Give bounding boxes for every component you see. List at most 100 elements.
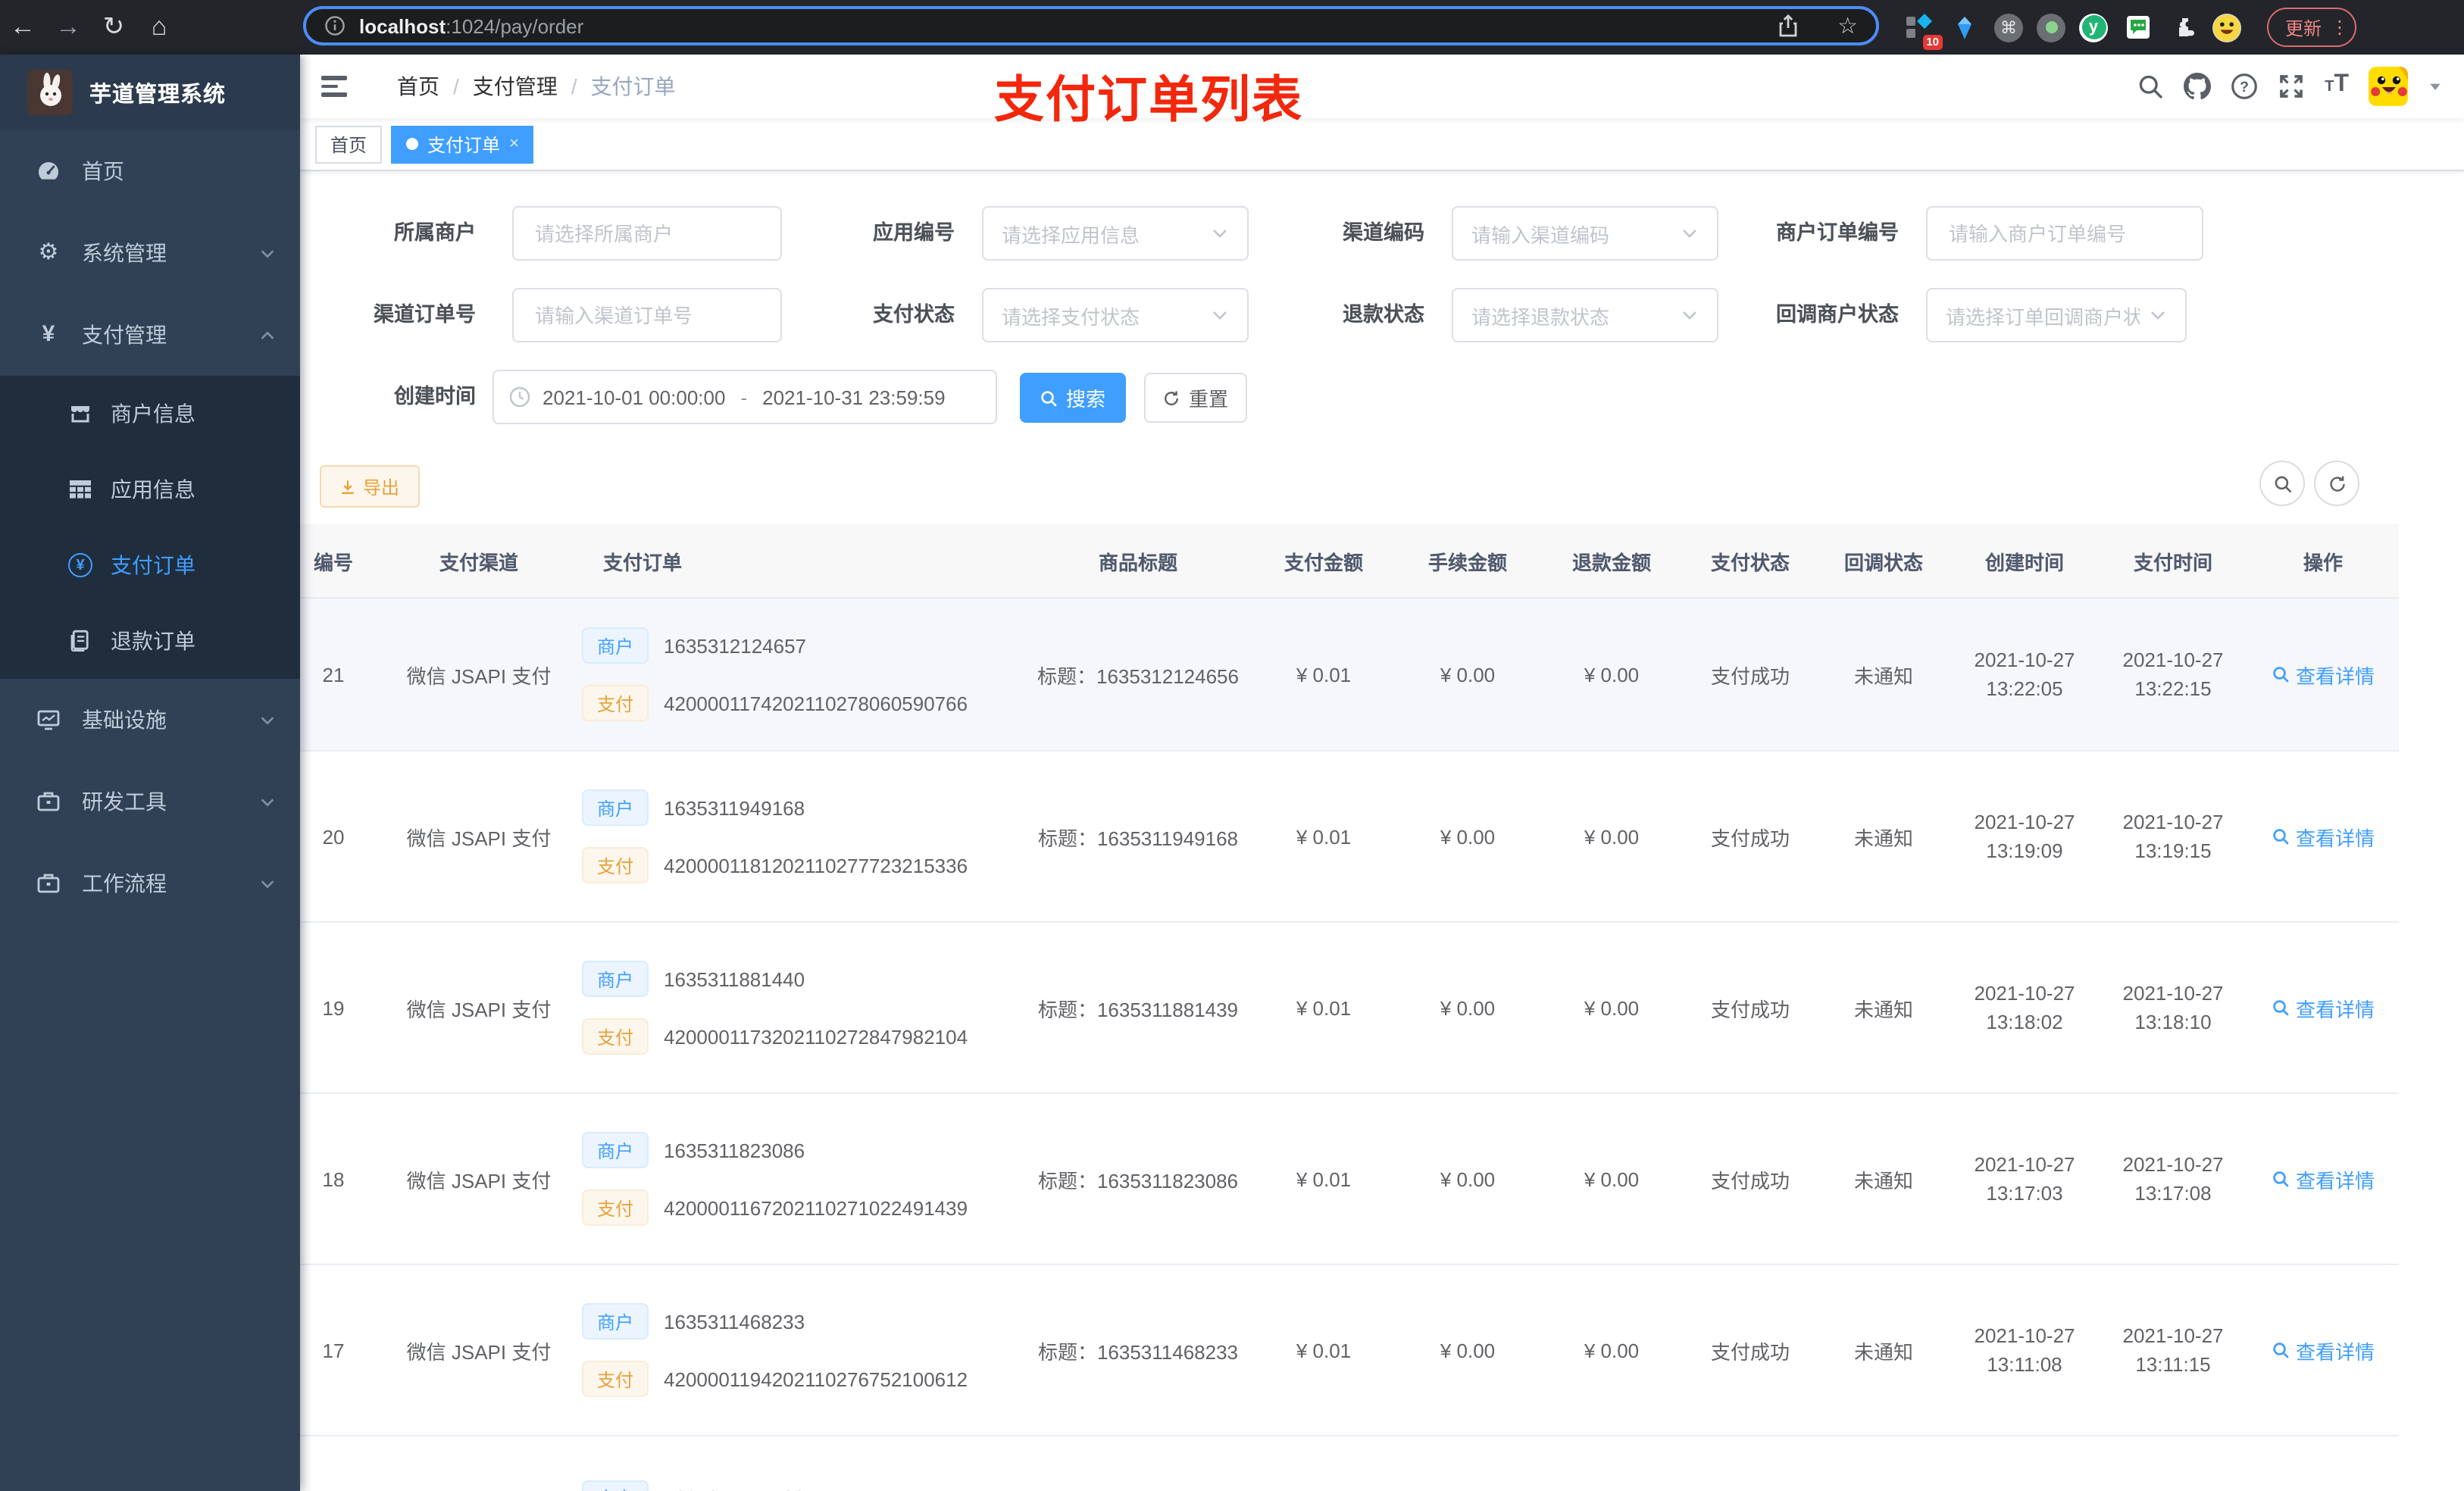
search-icon[interactable] (2137, 73, 2164, 100)
create-time: 2021-10-27 13:19:09 (1950, 751, 2099, 923)
help-icon[interactable]: ? (2231, 73, 2258, 100)
sidebar-item-pay-order[interactable]: ¥ 支付订单 (0, 527, 300, 603)
monitor-icon (37, 710, 60, 730)
close-icon[interactable]: × (509, 135, 519, 153)
merchant-order-no-input[interactable] (1946, 220, 2184, 246)
refund-amount: ¥ 0.00 (1540, 598, 1684, 752)
home-button[interactable]: ⌂ (136, 0, 182, 55)
avatar[interactable] (2369, 67, 2408, 106)
sidebar-item-dev-tools[interactable]: 研发工具 (0, 761, 300, 842)
address-bar[interactable]: localhost:1024/pay/order ☆ (303, 6, 1879, 45)
merchant-order-no: 1635312124657 (664, 634, 807, 657)
back-button[interactable]: ← (0, 0, 45, 55)
table-header-row: 编号 支付渠道 支付订单 商品标题 支付金额 手续金额 退款金额 支付状态 回调… (300, 524, 2399, 599)
show-search-button[interactable] (2259, 461, 2305, 506)
merchant-order-no-field[interactable] (1926, 206, 2203, 261)
channel-code-select[interactable]: 请输入渠道编码 (1452, 206, 1718, 261)
channel-order-no: 4200001167202110271022491439 (664, 1196, 968, 1219)
date-range-picker[interactable]: 2021-10-01 00:00:00 - 2021-10-31 23:59:5… (492, 370, 997, 424)
merchant-tag: 商户 (582, 789, 649, 826)
sidebar-item-home[interactable]: 首页 (0, 130, 300, 212)
field-label: 回调商户状态 (1776, 303, 1899, 326)
site-info-icon[interactable] (324, 15, 346, 36)
create-time: 2021-10-27 13:22:05 (1950, 598, 2099, 752)
github-icon[interactable] (2184, 73, 2212, 100)
merchant-input[interactable] (532, 220, 762, 246)
caret-down-icon[interactable] (2428, 79, 2443, 94)
search-icon (2273, 829, 2289, 845)
sidebar-item-payment[interactable]: ¥ 支付管理 (0, 294, 300, 376)
sidebar-item-infrastructure[interactable]: 基础设施 (0, 679, 300, 761)
col-refund-amount: 退款金额 (1540, 524, 1684, 599)
product-title: 标题：1635312124656 (1024, 598, 1252, 752)
view-detail-link[interactable]: 查看详情 (2272, 822, 2375, 851)
browser-menu-icon[interactable]: ⋮ (2331, 18, 2349, 36)
order-id: 19 (300, 922, 388, 1094)
share-icon[interactable] (1775, 14, 1800, 38)
view-detail-link[interactable]: 查看详情 (2272, 993, 2375, 1022)
create-time: 2021-10-27 13:18:02 (1950, 922, 2099, 1094)
pay-status: 支付成功 (1684, 922, 1817, 1094)
product-title: 标题：1635311468233 (1024, 1264, 1252, 1436)
tab-pay-order[interactable]: 支付订单 × (391, 125, 534, 163)
clock-icon (509, 386, 530, 408)
export-button[interactable]: 导出 (320, 465, 420, 508)
briefcase-icon (37, 874, 60, 893)
sidebar-item-app-info[interactable]: 应用信息 (0, 452, 300, 527)
pay-amount: ¥ 0.01 (1252, 598, 1396, 752)
order-numbers: 商户 1635311881440 支付 42000011732021102728… (570, 922, 1024, 1094)
ext-diamond-icon[interactable]: 10 (1903, 11, 1943, 49)
search-button[interactable]: 搜索 (1020, 373, 1126, 423)
fullscreen-icon[interactable] (2278, 73, 2305, 100)
pay-status-select[interactable]: 请选择支付状态 (982, 288, 1249, 342)
sidebar-toggle-icon[interactable] (300, 76, 388, 97)
breadcrumb-home[interactable]: 首页 (397, 71, 439, 102)
bookmark-star-icon[interactable]: ☆ (1837, 12, 1858, 39)
forward-button[interactable]: → (45, 0, 91, 55)
merchant-select[interactable] (512, 206, 782, 261)
field-label: 商户订单编号 (1776, 221, 1899, 244)
tab-home[interactable]: 首页 (315, 125, 383, 163)
order-id: 20 (300, 751, 388, 923)
ext-chat-icon[interactable] (2122, 11, 2153, 43)
view-detail-link[interactable]: 查看详情 (2272, 1336, 2375, 1364)
table-row: 21 微信 JSAPI 支付 商户 1635312124657 支付 42000… (300, 598, 2399, 752)
refund-status-select[interactable]: 请选择退款状态 (1452, 288, 1718, 342)
breadcrumb-payment[interactable]: 支付管理 (473, 71, 558, 102)
ext-command-icon[interactable]: ⌘ (1994, 13, 2023, 42)
ext-dot-icon[interactable] (2037, 13, 2065, 42)
fee-amount: ¥ 0.00 (1396, 1093, 1540, 1265)
app-select[interactable]: 请选择应用信息 (982, 206, 1249, 261)
sidebar-item-workflow[interactable]: 工作流程 (0, 842, 300, 924)
view-detail-link[interactable]: 查看详情 (2272, 1164, 2375, 1193)
channel-order-no: 4200001174202110278060590766 (664, 692, 968, 714)
notify-status-select[interactable]: 请选择订单回调商户状态 (1926, 288, 2187, 342)
app-logo[interactable]: 芋道管理系统 (0, 55, 300, 130)
merchant-order-no: 1635311823086 (664, 1139, 805, 1161)
view-detail-link[interactable]: 查看详情 (2272, 660, 2375, 689)
browser-update-button[interactable]: 更新 ⋮ (2267, 8, 2357, 47)
ext-puzzle-icon[interactable] (2167, 11, 2199, 43)
ext-emoji-icon[interactable] (2212, 13, 2241, 42)
sidebar-menu: 首页 ⚙ 系统管理 ¥ 支付管理 商户信息 应用信息 ¥ 支付订单 退款订单 基… (0, 130, 300, 924)
ext-balloon-icon[interactable] (1949, 11, 1981, 43)
reload-button[interactable]: ↻ (91, 0, 136, 55)
search-icon (2273, 1171, 2289, 1187)
table-row: 商户 1635311451796 支付 查看详情 (300, 1436, 2399, 1491)
sidebar-item-refund-order[interactable]: 退款订单 (0, 603, 300, 679)
search-icon (1042, 390, 1058, 406)
actions-cell: 查看详情 (2247, 598, 2399, 752)
pay-amount: ¥ 0.01 (1252, 922, 1396, 1094)
channel-order-no-field[interactable] (512, 288, 782, 342)
ext-y-green-icon[interactable]: y (2079, 13, 2108, 42)
refresh-table-button[interactable] (2314, 461, 2359, 506)
reset-button[interactable]: 重置 (1144, 373, 1247, 423)
chevron-down-icon (261, 249, 274, 258)
fee-amount: ¥ 0.00 (1396, 751, 1540, 923)
merchant-tag: 商户 (582, 961, 649, 997)
page-title-annotation: 支付订单列表 (994, 71, 1303, 127)
sidebar-item-merchant-info[interactable]: 商户信息 (0, 376, 300, 452)
channel-order-no-input[interactable] (532, 302, 762, 328)
sidebar-item-system[interactable]: ⚙ 系统管理 (0, 212, 300, 294)
font-size-icon[interactable]: TT (2325, 71, 2349, 102)
